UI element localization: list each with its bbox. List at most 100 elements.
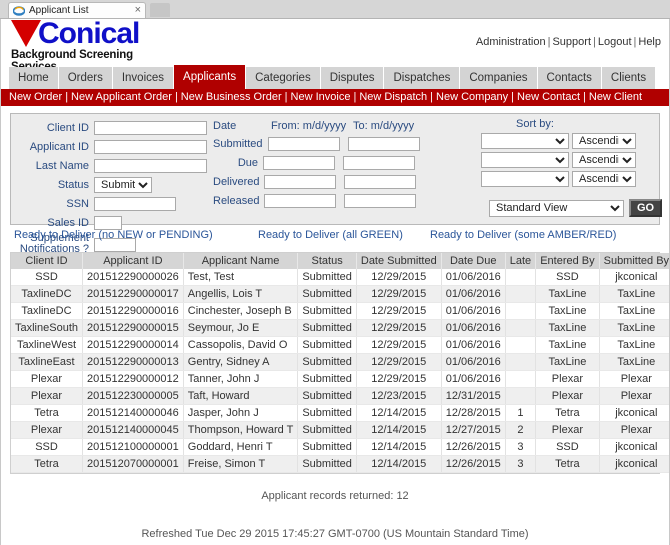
cell-late (505, 286, 535, 303)
sort-field-select-2[interactable] (481, 152, 569, 168)
date-delivered-to-input[interactable] (344, 175, 416, 189)
date-delivered-from-input[interactable] (264, 175, 336, 189)
cell-client-id: SSD (11, 269, 83, 286)
browser-tab[interactable]: Applicant List × (8, 2, 146, 18)
column-header-submitted-by[interactable]: Submitted By (599, 253, 670, 269)
cell-applicant-name: Test, Test (183, 269, 298, 286)
date-submitted-from-input[interactable] (268, 137, 340, 151)
cell-submitted-by: TaxLine (599, 337, 670, 354)
new-business-order-link[interactable]: New Business Order (181, 91, 282, 103)
cell-entered-by: TaxLine (536, 286, 599, 303)
table-row[interactable]: TaxlineSouth201512290000015Seymour, Jo E… (11, 320, 670, 337)
cell-applicant-id: 201512290000017 (83, 286, 184, 303)
table-row[interactable]: Plexar201512140000045Thompson, Howard TS… (11, 422, 670, 439)
logo-wordmark: Conical (38, 19, 139, 49)
tab-contacts[interactable]: Contacts (538, 67, 601, 89)
table-row[interactable]: Tetra201512140000046Jasper, John JSubmit… (11, 405, 670, 422)
cell-applicant-name: Seymour, Jo E (183, 320, 298, 337)
cell-client-id: TaxlineSouth (11, 320, 83, 337)
cell-date-submitted: 12/29/2015 (356, 286, 441, 303)
new-tab-button[interactable] (150, 3, 170, 17)
new-contact-link[interactable]: New Contact (517, 91, 580, 103)
table-row[interactable]: Plexar201512230000005Taft, HowardSubmitt… (11, 388, 670, 405)
status-select[interactable]: Submitted (94, 177, 152, 193)
column-header-status[interactable]: Status (298, 253, 357, 269)
administration-link[interactable]: Administration (476, 36, 546, 48)
tab-clients[interactable]: Clients (602, 67, 655, 89)
new-order-link[interactable]: New Order (9, 91, 62, 103)
tab-companies[interactable]: Companies (460, 67, 536, 89)
client-id-input[interactable] (94, 121, 207, 135)
sort-field-select-3[interactable] (481, 171, 569, 187)
ready-to-deliver-no-new-pending-link[interactable]: Ready to Deliver (no NEW or PENDING) (14, 229, 213, 241)
last-name-label: Last Name (11, 160, 94, 172)
tab-categories[interactable]: Categories (246, 67, 320, 89)
cell-date-submitted: 12/14/2015 (356, 422, 441, 439)
cell-applicant-name: Freise, Simon T (183, 456, 298, 473)
field-row-client-id: Client ID (11, 118, 211, 137)
table-row[interactable]: Plexar201512290000012Tanner, John JSubmi… (11, 371, 670, 388)
date-released-from-input[interactable] (264, 194, 336, 208)
column-header-entered-by[interactable]: Entered By (536, 253, 599, 269)
new-applicant-order-link[interactable]: New Applicant Order (71, 91, 172, 103)
close-icon[interactable]: × (135, 5, 141, 16)
date-submitted-to-input[interactable] (348, 137, 420, 151)
cell-entered-by: TaxLine (536, 337, 599, 354)
tab-dispatches[interactable]: Dispatches (384, 67, 459, 89)
go-button[interactable]: GO (629, 199, 662, 217)
table-row[interactable]: SSD201512290000026Test, TestSubmitted12/… (11, 269, 670, 286)
table-body: SSD201512290000026Test, TestSubmitted12/… (11, 269, 670, 473)
cell-applicant-id: 201512140000045 (83, 422, 184, 439)
help-link[interactable]: Help (638, 36, 661, 48)
table-row[interactable]: SSD201512100000001Goddard, Henri TSubmit… (11, 439, 670, 456)
new-company-link[interactable]: New Company (436, 91, 508, 103)
date-released-to-input[interactable] (344, 194, 416, 208)
tab-orders[interactable]: Orders (59, 67, 112, 89)
link-separator: | (427, 91, 436, 103)
browser-chrome: Applicant List × (0, 0, 670, 19)
cell-applicant-name: Cinchester, Joseph B (183, 303, 298, 320)
site-logo[interactable]: Conical Background Screening Services (9, 19, 169, 64)
column-header-date-submitted[interactable]: Date Submitted (356, 253, 441, 269)
cell-status: Submitted (298, 388, 357, 405)
sales-id-input[interactable] (94, 216, 122, 230)
new-invoice-link[interactable]: New Invoice (291, 91, 351, 103)
ready-to-deliver-amber-red-link[interactable]: Ready to Deliver (some AMBER/RED) (430, 229, 616, 241)
nav-tab-list: Home Orders Invoices Applicants Categori… (9, 65, 669, 89)
applicant-id-input[interactable] (94, 140, 207, 154)
table-row[interactable]: TaxlineEast201512290000013Gentry, Sidney… (11, 354, 670, 371)
cell-submitted-by: jkconical (599, 269, 670, 286)
ssn-input[interactable] (94, 197, 176, 211)
cell-status: Submitted (298, 286, 357, 303)
cell-applicant-name: Thompson, Howard T (183, 422, 298, 439)
cell-date-submitted: 12/29/2015 (356, 337, 441, 354)
tab-home[interactable]: Home (9, 67, 58, 89)
date-due-from-input[interactable] (263, 156, 335, 170)
last-name-input[interactable] (94, 159, 207, 173)
tab-disputes[interactable]: Disputes (321, 67, 384, 89)
date-due-to-input[interactable] (343, 156, 415, 170)
ready-to-deliver-all-green-link[interactable]: Ready to Deliver (all GREEN) (258, 229, 403, 241)
column-header-late[interactable]: Late (505, 253, 535, 269)
table-row[interactable]: TaxlineWest201512290000014Cassopolis, Da… (11, 337, 670, 354)
link-separator: | (580, 91, 589, 103)
sort-direction-select-2[interactable]: Ascending (572, 152, 636, 168)
new-client-link[interactable]: New Client (589, 91, 642, 103)
table-row[interactable]: Tetra201512070000001Freise, Simon TSubmi… (11, 456, 670, 473)
new-dispatch-link[interactable]: New Dispatch (359, 91, 427, 103)
cell-status: Submitted (298, 405, 357, 422)
support-link[interactable]: Support (552, 36, 591, 48)
sort-field-select-1[interactable] (481, 133, 569, 149)
tab-invoices[interactable]: Invoices (113, 67, 173, 89)
table-row[interactable]: TaxlineDC201512290000017Angellis, Lois T… (11, 286, 670, 303)
cell-applicant-name: Angellis, Lois T (183, 286, 298, 303)
cell-applicant-id: 201512290000026 (83, 269, 184, 286)
view-select[interactable]: Standard View (489, 200, 624, 217)
sort-direction-select-1[interactable]: Ascending (572, 133, 636, 149)
sort-direction-select-3[interactable]: Ascending (572, 171, 636, 187)
column-header-date-due[interactable]: Date Due (441, 253, 505, 269)
table-row[interactable]: TaxlineDC201512290000016Cinchester, Jose… (11, 303, 670, 320)
logout-link[interactable]: Logout (598, 36, 632, 48)
cell-status: Submitted (298, 422, 357, 439)
tab-applicants[interactable]: Applicants (174, 65, 245, 89)
